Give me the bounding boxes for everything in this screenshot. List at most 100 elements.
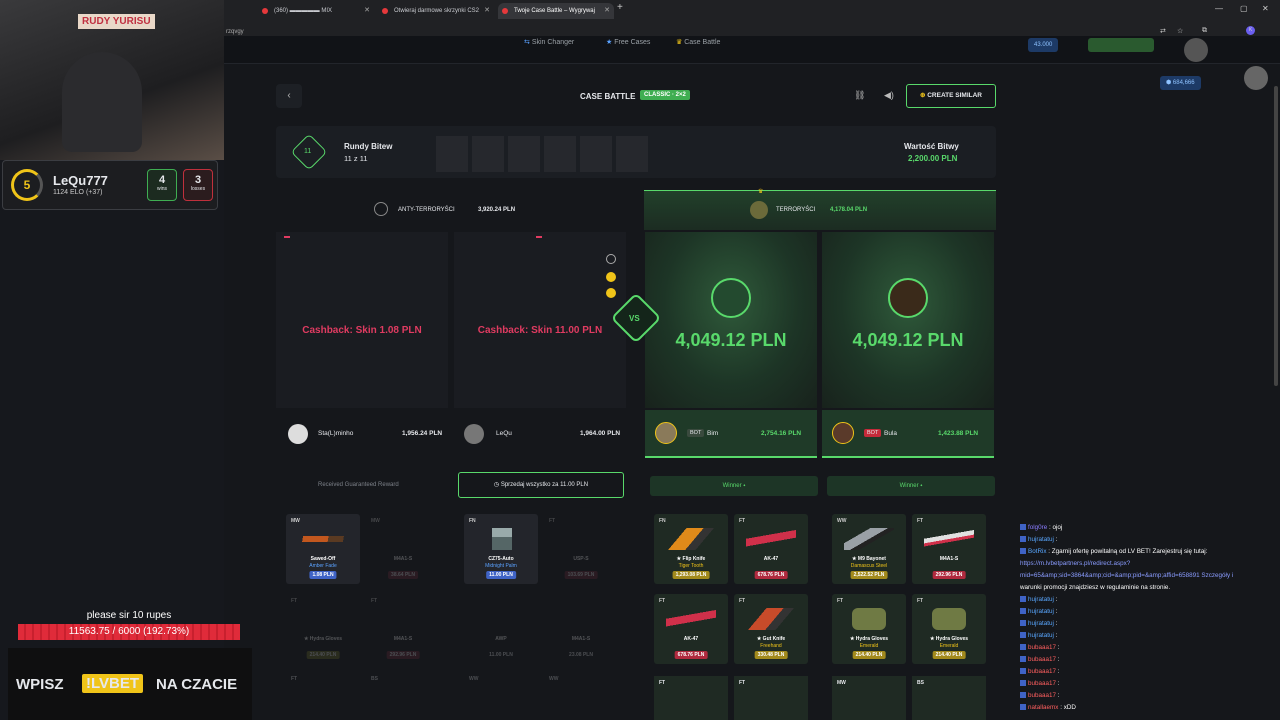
extensions-icon[interactable]: ⧉ <box>1202 27 1207 35</box>
chat-username[interactable]: BotRix <box>1028 548 1047 555</box>
chat-username[interactable]: hujratatuj <box>1028 608 1054 615</box>
deposit-button[interactable] <box>1088 38 1154 52</box>
chat-username[interactable]: hujratatuj <box>1028 536 1054 543</box>
create-similar-label: CREATE SIMILAR <box>927 92 983 99</box>
new-tab-button[interactable]: + <box>617 2 623 13</box>
item-card[interactable]: MW <box>832 676 906 720</box>
item-card[interactable]: FT ★ Hydra Gloves Emerald 214.40 PLN <box>912 594 986 664</box>
item-card[interactable]: FT USP-S 103.69 PLN <box>544 514 618 584</box>
player-amount: 1,956.24 PLN <box>402 430 443 437</box>
emoji-icon[interactable] <box>606 254 616 264</box>
slot-marker <box>536 236 542 238</box>
scrollbar[interactable] <box>1274 86 1278 386</box>
chat-message: folg0re : ojoj <box>1020 522 1280 534</box>
tab-free-cases[interactable]: Otwieraj darmowe skrzynki CS2 ✕ <box>378 3 494 19</box>
item-condition: FT <box>739 598 746 604</box>
close-icon[interactable]: ✕ <box>604 3 610 19</box>
chat-username[interactable]: folg0re <box>1028 524 1047 531</box>
item-card[interactable]: AWP 11.00 PLN <box>464 594 538 664</box>
item-condition: FT <box>739 680 746 686</box>
item-price: 678.76 PLN <box>674 651 708 659</box>
item-name: ★ Hydra Gloves <box>303 636 343 642</box>
item-condition: MW <box>371 518 380 524</box>
battle-slot-4: 4,049.12 PLN <box>822 232 994 408</box>
item-card[interactable]: FN ★ Flip Knife Tiger Tooth 1,293.08 PLN <box>654 514 728 584</box>
item-card[interactable]: FT ★ Hydra Gloves 214.40 PLN <box>286 594 360 664</box>
close-window-icon[interactable]: ✕ <box>1262 4 1269 13</box>
chat-username[interactable]: bubaaa17 <box>1028 656 1056 663</box>
emoji-cool-icon[interactable] <box>606 288 616 298</box>
chat-username[interactable]: bubaaa17 <box>1028 644 1056 651</box>
sawed-off-icon <box>298 536 348 542</box>
item-card[interactable]: BS <box>912 676 986 720</box>
chat-username[interactable]: bubaaa17 <box>1028 692 1056 699</box>
item-card[interactable]: FT AK-47 678.76 PLN <box>734 514 808 584</box>
item-skin: Tiger Tooth <box>678 563 704 569</box>
chat-username[interactable]: hujratatuj <box>1028 596 1054 603</box>
profile-avatar[interactable]: K <box>1246 26 1255 35</box>
tab-case-battle[interactable]: Twoje Case Battle – Wygrywaj ✕ <box>498 3 614 19</box>
team-ct-total: 3,920.24 PLN <box>478 207 516 213</box>
chat-username[interactable]: hujratatuj <box>1028 620 1054 627</box>
sell-all-button[interactable]: ◷ Sprzedaj wszystko za 11.00 PLN <box>458 472 624 498</box>
user-avatar-2[interactable] <box>1244 66 1268 90</box>
nav-skin-changer[interactable]: ⇆ Skin Changer <box>524 38 574 46</box>
item-card[interactable]: WW ★ M9 Bayonet Damascus Steel 2,522.52 PLN <box>832 514 906 584</box>
create-similar-button[interactable]: ⊕ CREATE SIMILAR <box>906 84 996 108</box>
nav-label: Skin Changer <box>531 39 575 46</box>
item-name: M4A1-S <box>393 556 413 562</box>
item-card[interactable]: MW Sawed-Off Amber Fade 1.08 PLN <box>286 514 360 584</box>
bot-badge: BOT <box>864 429 882 437</box>
tab-youtube[interactable]: (360) ▬▬▬▬▬ MIX ✕ <box>258 3 374 19</box>
balance-badge[interactable]: 43.000 <box>1028 38 1059 52</box>
item-card[interactable]: M4A1-S 23.08 PLN <box>544 594 618 664</box>
star-icon[interactable]: ☆ <box>1177 27 1183 35</box>
item-card[interactable]: FT M4A1-S 292.96 PLN <box>366 594 440 664</box>
chat-username[interactable]: hujratatuj <box>1028 632 1054 639</box>
gift-icon: ★ <box>606 39 615 46</box>
sound-icon[interactable]: ◀) <box>884 90 894 101</box>
nav-case-battle[interactable]: ♛ Case Battle <box>676 38 720 46</box>
item-card[interactable]: FT AK-47 678.76 PLN <box>654 594 728 664</box>
chat-username[interactable]: bubaaa17 <box>1028 680 1056 687</box>
translate-icon[interactable]: ⇄ <box>1160 27 1166 35</box>
item-condition: WW <box>837 518 847 524</box>
item-card[interactable]: FT <box>654 676 728 720</box>
item-card[interactable]: FN CZ75-Auto Midnight Palm 11.00 PLN <box>464 514 538 584</box>
coins-badge[interactable]: ⬢ 684,666 <box>1160 76 1201 90</box>
item-name: AWP <box>495 636 507 642</box>
item-card[interactable]: FT ★ Gut Knife Freehand 330.48 PLN <box>734 594 808 664</box>
emoji-laugh-icon[interactable] <box>606 272 616 282</box>
user-avatar[interactable] <box>1184 38 1208 62</box>
webcam-overlay: RUDY YURISU <box>0 0 224 160</box>
back-button[interactable]: ‹ <box>276 84 302 108</box>
nav-free-cases[interactable]: ★ Free Cases <box>606 38 650 46</box>
flip-knife-icon <box>666 528 716 550</box>
winner-label-1: Winner ⬩ <box>650 476 818 496</box>
chat-text: : <box>1053 632 1058 639</box>
item-price: 292.96 PLN <box>386 651 420 659</box>
item-card[interactable]: FT ★ Hydra Gloves Emerald 214.40 PLN <box>832 594 906 664</box>
maximize-icon[interactable]: ▢ <box>1240 4 1248 13</box>
item-price: 38.64 PLN <box>388 571 418 579</box>
winner-text: Winner <box>899 483 919 489</box>
item-card[interactable]: MW M4A1-S 38.64 PLN <box>366 514 440 584</box>
site-nav: ⇆ Skin Changer ★ Free Cases ♛ Case Battl… <box>224 36 1280 90</box>
close-icon[interactable]: ✕ <box>364 3 370 19</box>
coin-icon: ⬢ <box>1166 80 1173 86</box>
item-card[interactable]: FT <box>734 676 808 720</box>
slot-marker <box>284 236 290 238</box>
item-name: AK-47 <box>683 636 699 642</box>
close-icon[interactable]: ✕ <box>484 3 490 19</box>
item-card[interactable]: FT M4A1-S 292.96 PLN <box>912 514 986 584</box>
item-price: 214.40 PLN <box>852 651 886 659</box>
link-icon[interactable]: ⛓ <box>854 90 865 101</box>
chat-username[interactable]: bubaaa17 <box>1028 668 1056 675</box>
chat-badge-icon <box>1020 536 1026 543</box>
chat-message: bubaaa17 : <box>1020 642 1280 654</box>
minimize-icon[interactable]: — <box>1215 4 1223 13</box>
rounds-bar: 11 Rundy Bitew 11 z 11 Wartość Bitwy 2,2… <box>276 126 996 178</box>
item-condition: FT <box>659 598 666 604</box>
page-title: CASE BATTLE <box>580 92 636 101</box>
chat-username[interactable]: natallaemx <box>1028 704 1058 711</box>
